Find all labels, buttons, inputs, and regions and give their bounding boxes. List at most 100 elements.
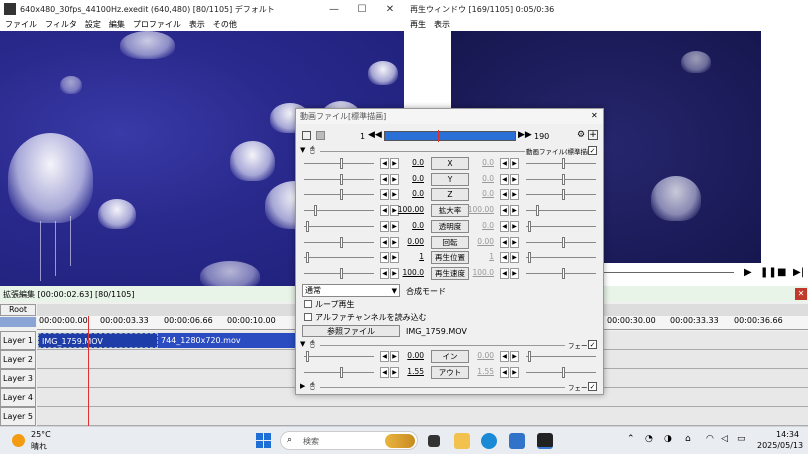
left-value[interactable]: 100.00	[396, 205, 424, 214]
right-value[interactable]: 1	[466, 252, 494, 261]
left-slider[interactable]	[302, 235, 376, 250]
main-titlebar[interactable]: 640x480_30fps_44100Hz.exedit (640,480) […	[0, 0, 404, 18]
menu-file[interactable]: ファイル	[5, 19, 37, 30]
left-slider[interactable]	[302, 172, 376, 187]
right-slider[interactable]	[524, 349, 598, 364]
right-value[interactable]: 1.55	[466, 367, 494, 376]
weather-icon[interactable]	[12, 434, 25, 447]
right-slider[interactable]	[524, 203, 598, 218]
decrement-button[interactable]: ◀	[380, 220, 389, 232]
left-slider[interactable]	[302, 349, 376, 364]
layer-label[interactable]: Layer 1	[0, 331, 36, 350]
task-view-icon[interactable]	[428, 435, 440, 447]
aviutl-icon[interactable]	[537, 433, 553, 449]
decrement-button[interactable]: ◀	[380, 158, 389, 169]
increment-button[interactable]: ▶	[510, 205, 519, 217]
param-name-button[interactable]: Y	[431, 172, 469, 186]
param-name-button[interactable]: アウト	[431, 365, 469, 379]
play-button[interactable]: ▶	[744, 267, 756, 279]
tray-icon[interactable]: ⌂	[685, 434, 691, 444]
menu-play[interactable]: 再生	[410, 19, 426, 30]
param-name-button[interactable]: 再生位置	[431, 251, 469, 265]
right-slider[interactable]	[524, 156, 598, 171]
fade-enable-checkbox[interactable]: ✓	[588, 340, 597, 349]
clock-date[interactable]: 2025/05/13	[757, 441, 803, 450]
left-value[interactable]: 0.0	[396, 189, 424, 198]
param-name-button[interactable]: イン	[431, 350, 469, 363]
store-icon[interactable]	[509, 433, 525, 449]
stop-frame-icon[interactable]	[316, 131, 325, 140]
loop-label[interactable]: ループ再生	[315, 299, 355, 310]
decrement-button[interactable]: ◀	[500, 158, 509, 169]
param-name-button[interactable]: 拡大率	[431, 204, 469, 218]
decrement-button[interactable]: ◀	[380, 267, 389, 279]
ref-file-button[interactable]: 参照ファイル	[302, 325, 400, 337]
param-name-button[interactable]: 再生速度	[431, 266, 469, 280]
search-box[interactable]: ⌕ 検索	[280, 431, 418, 450]
param-name-button[interactable]: Z	[431, 188, 469, 202]
maximize-button[interactable]: ☐	[348, 4, 376, 15]
add-filter-button[interactable]: +	[588, 130, 598, 140]
menu-edit[interactable]: 編集	[109, 19, 125, 30]
menu-preview-view[interactable]: 表示	[434, 19, 450, 30]
tray-icon[interactable]: ◔	[645, 434, 653, 444]
layer-label[interactable]: Layer 2	[0, 350, 36, 369]
menu-other[interactable]: その他	[213, 19, 237, 30]
end-button[interactable]: ▶|	[793, 267, 805, 279]
right-value[interactable]: 0.00	[466, 237, 494, 246]
loop-checkbox[interactable]	[304, 300, 312, 308]
settings-icon[interactable]: ⚙	[577, 130, 585, 140]
left-slider[interactable]	[302, 219, 376, 234]
increment-button[interactable]: ▶	[510, 189, 519, 201]
left-value[interactable]: 0.0	[396, 174, 424, 183]
right-slider[interactable]	[524, 365, 598, 380]
menu-view[interactable]: 表示	[189, 19, 205, 30]
section-enable-checkbox[interactable]: ✓	[588, 146, 597, 155]
decrement-button[interactable]: ◀	[380, 366, 389, 378]
decrement-button[interactable]: ◀	[500, 205, 509, 217]
close-button[interactable]: ✕	[376, 4, 404, 15]
param-name-button[interactable]: 透明度	[431, 219, 469, 233]
left-slider[interactable]	[302, 250, 376, 265]
decrement-button[interactable]: ◀	[500, 173, 509, 185]
camera-icon[interactable]	[302, 131, 311, 140]
decrement-button[interactable]: ◀	[500, 189, 509, 201]
increment-button[interactable]: ▶	[510, 158, 519, 169]
decrement-button[interactable]: ◀	[380, 189, 389, 201]
left-value[interactable]: 0.00	[396, 351, 424, 360]
right-slider[interactable]	[524, 172, 598, 187]
increment-button[interactable]: ▶	[510, 173, 519, 185]
preview-titlebar[interactable]: 再生ウィンドウ [169/1105] 0:05/0:36	[404, 0, 808, 18]
left-value[interactable]: 0.0	[396, 158, 424, 167]
chevron-up-icon[interactable]: ⌃	[627, 434, 635, 444]
pause-button[interactable]: ❚❚	[760, 267, 777, 279]
left-slider[interactable]	[302, 365, 376, 380]
left-slider[interactable]	[302, 203, 376, 218]
decrement-button[interactable]: ◀	[380, 205, 389, 217]
fade2-enable-checkbox[interactable]: ✓	[588, 382, 597, 391]
preview-seekbar[interactable]	[604, 272, 734, 273]
windows-start-icon[interactable]	[256, 433, 271, 448]
left-value[interactable]: 0.00	[396, 237, 424, 246]
decrement-button[interactable]: ◀	[500, 252, 509, 264]
right-slider[interactable]	[524, 250, 598, 265]
right-value[interactable]: 0.00	[466, 351, 494, 360]
increment-button[interactable]: ▶	[510, 366, 519, 378]
left-slider[interactable]	[302, 156, 376, 171]
left-value[interactable]: 0.0	[396, 221, 424, 230]
layer-track[interactable]	[37, 407, 808, 426]
menu-profile[interactable]: プロファイル	[133, 19, 181, 30]
speaker-icon[interactable]: ◁	[721, 434, 728, 444]
increment-button[interactable]: ▶	[510, 220, 519, 232]
decrement-button[interactable]: ◀	[500, 267, 509, 279]
left-slider[interactable]	[302, 187, 376, 202]
right-slider[interactable]	[524, 219, 598, 234]
stop-button[interactable]: ■	[777, 267, 789, 279]
decrement-button[interactable]: ◀	[380, 173, 389, 185]
minimize-button[interactable]: —	[320, 4, 348, 15]
tray-icon[interactable]: ◑	[664, 434, 672, 444]
left-value[interactable]: 1	[396, 252, 424, 261]
decrement-button[interactable]: ◀	[500, 236, 509, 248]
right-slider[interactable]	[524, 235, 598, 250]
file-explorer-icon[interactable]	[454, 433, 470, 449]
